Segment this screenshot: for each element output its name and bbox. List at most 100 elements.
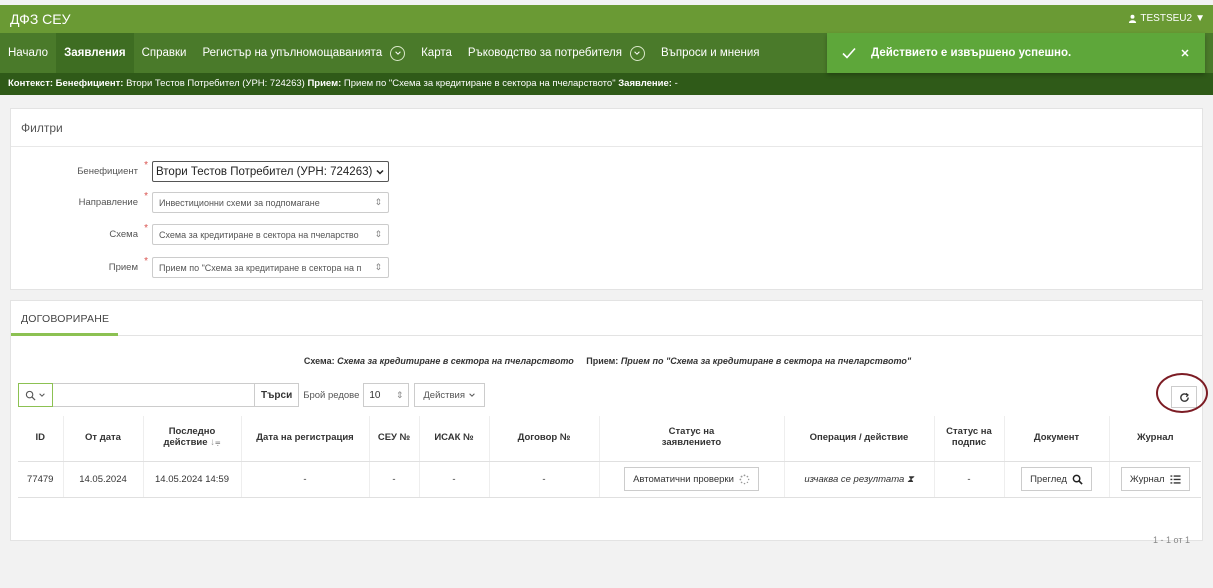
cell-isak-no: - (419, 461, 490, 498)
direction-label: Направление * (78, 191, 148, 208)
intake-info-value: Прием по "Схема за кредитиране в сектора… (620, 356, 912, 366)
cell-status: Автоматични проверки (599, 461, 785, 498)
top-bar: ДФЗ СЕУ TESTSEU2 ▼ (0, 5, 1213, 33)
nav-label: Заявления (64, 47, 126, 59)
sort-desc-icon: ↓⩦ (210, 437, 221, 449)
scheme-info-label: Схема: (303, 356, 335, 366)
nav-label: Ръководство за потребителя (467, 47, 622, 59)
context-prefix: Контекст: (8, 78, 54, 89)
scheme-select[interactable]: Схема за кредитиране в сектора на пчелар… (152, 224, 389, 245)
col-header-id[interactable]: ID (18, 416, 64, 462)
nav-item-user-guide[interactable]: Ръководство за потребителя (460, 33, 653, 73)
col-header-sign-status[interactable]: Статус на подпис (934, 416, 1005, 462)
nav-item-authorizations-register[interactable]: Регистър на упълномощаванията (194, 33, 413, 73)
toast-message: Действието е извършено успешно. (871, 47, 1072, 59)
rows-per-page-label: Брой редове (303, 389, 360, 401)
filters-panel: Филтри Бенефициент * Втори Тестов Потреби… (10, 108, 1203, 290)
cell-from-date: 14.05.2024 (63, 461, 144, 498)
search-icon (1072, 474, 1083, 485)
pager-info: 1 - 1 от 1 (1153, 535, 1190, 545)
tabs-panel: ДОГОВОРИРАНЕ (10, 300, 1203, 336)
cell-document: Преглед (1004, 461, 1110, 498)
refresh-icon (1179, 392, 1189, 402)
intake-info-label: Прием: (586, 356, 619, 366)
cell-reg-date: - (241, 461, 370, 498)
intake-select-value: Прием по "Схема за кредитиране в сектора… (159, 262, 362, 273)
search-icon (25, 390, 36, 401)
beneficiary-select[interactable]: Втори Тестов Потребител (УРН: 724263) (152, 161, 389, 182)
context-bar: Контекст: Бенефициент: Втори Тестов Потр… (0, 73, 1213, 95)
context-application-label: Заявление: (618, 78, 672, 89)
nav-label: Въпроси и мнения (660, 47, 760, 59)
col-header-seu-no[interactable]: СЕУ № (369, 416, 420, 462)
scheme-label: Схема * (109, 223, 148, 240)
search-input[interactable] (53, 383, 255, 407)
scheme-info-line: Схема: Схема за кредитиране в сектора на… (11, 356, 1204, 366)
table-row: 77479 14.05.2024 14.05.2024 14:59 - - - … (18, 461, 1201, 498)
operation-text: изчаква се резултата (804, 473, 905, 485)
chevron-down-icon (39, 393, 45, 397)
check-icon (842, 47, 856, 59)
journal-button[interactable]: Журнал (1120, 467, 1190, 491)
view-document-label: Преглед (1030, 473, 1067, 485)
col-header-journal[interactable]: Журнал (1109, 416, 1201, 462)
search-options-button[interactable] (18, 383, 53, 407)
cell-id: 77479 (18, 461, 64, 498)
chevron-down-icon (469, 393, 475, 397)
rows-per-page-select[interactable]: 10 ⇕ (363, 383, 410, 407)
direction-select-value: Инвестиционни схеми за подпомагане (159, 197, 320, 208)
nav-item-applications[interactable]: Заявления (56, 33, 134, 73)
context-beneficiary-label: Бенефициент: (55, 78, 124, 89)
actions-dropdown[interactable]: Действия (414, 383, 485, 407)
cell-journal: Журнал (1109, 461, 1201, 498)
context-intake-value: Прием по "Схема за кредитиране в сектора… (343, 78, 616, 89)
cell-contract-no: - (489, 461, 600, 498)
user-menu[interactable]: TESTSEU2 ▼ (1128, 13, 1205, 24)
intake-select[interactable]: Прием по "Схема за кредитиране в сектора… (152, 257, 389, 278)
grid-toolbar: Търси Брой редове 10 ⇕ Действия (18, 383, 485, 407)
success-toast: Действието е извършено успешно. (827, 33, 1205, 73)
col-header-status[interactable]: Статус на заявлението (599, 416, 785, 462)
applications-table: ID От дата Последно действие ↓⩦ Дата на р… (18, 416, 1201, 498)
col-header-contract-no[interactable]: Договор № (489, 416, 600, 462)
journal-label: Журнал (1129, 473, 1165, 485)
close-icon[interactable] (1179, 47, 1191, 59)
app-title: ДФЗ СЕУ (10, 11, 71, 27)
updown-icon: ⇕ (395, 389, 404, 400)
caret-down-icon: ▼ (1195, 13, 1205, 24)
results-panel: Схема: Схема за кредитиране в сектора на… (10, 336, 1208, 545)
direction-row: Направление * Инвестиционни схеми за подп… (11, 191, 389, 213)
nav-item-questions[interactable]: Въпроси и мнения (653, 33, 768, 73)
user-icon (1129, 14, 1137, 23)
updown-icon: ⇕ (374, 197, 382, 207)
automatic-checks-button[interactable]: Автоматични проверки (624, 467, 759, 491)
tab-contracting[interactable]: ДОГОВОРИРАНЕ (21, 313, 109, 325)
intake-label: Прием * (108, 256, 148, 273)
nav-item-map[interactable]: Карта (413, 33, 460, 73)
scheme-row: Схема * Схема за кредитиране в сектора на… (11, 223, 389, 245)
col-header-reg-date[interactable]: Дата на регистрация (241, 416, 370, 462)
beneficiary-select-value: Втори Тестов Потребител (УРН: 724263) (156, 165, 373, 178)
nav-label: Карта (421, 47, 452, 59)
spinner-icon (739, 473, 750, 484)
direction-select[interactable]: Инвестиционни схеми за подпомагане ⇕ (152, 192, 389, 213)
rows-per-page-value: 10 (369, 389, 381, 401)
view-document-button[interactable]: Преглед (1021, 467, 1092, 491)
nav-item-home[interactable]: Начало (0, 33, 56, 73)
col-header-operation[interactable]: Операция / действие (784, 416, 935, 462)
chevron-down-icon (376, 169, 384, 175)
hourglass-icon: ⧗ (906, 473, 914, 485)
col-header-isak-no[interactable]: ИСАК № (419, 416, 490, 462)
refresh-button[interactable] (1171, 386, 1197, 408)
col-header-from-date[interactable]: От дата (63, 416, 144, 462)
search-button[interactable]: Търси (255, 383, 300, 407)
beneficiary-label: Бенефициент * (77, 160, 148, 177)
beneficiary-row: Бенефициент * Втори Тестов Потребител (УР… (11, 160, 389, 182)
nav-item-reports[interactable]: Справки (134, 33, 195, 73)
col-header-last-action[interactable]: Последно действие ↓⩦ (143, 416, 242, 462)
updown-icon: ⇕ (374, 229, 382, 239)
nav-label: Начало (8, 47, 49, 59)
actions-label: Действия (423, 389, 465, 401)
col-header-document[interactable]: Документ (1004, 416, 1110, 462)
filters-title: Филтри (11, 109, 1202, 147)
